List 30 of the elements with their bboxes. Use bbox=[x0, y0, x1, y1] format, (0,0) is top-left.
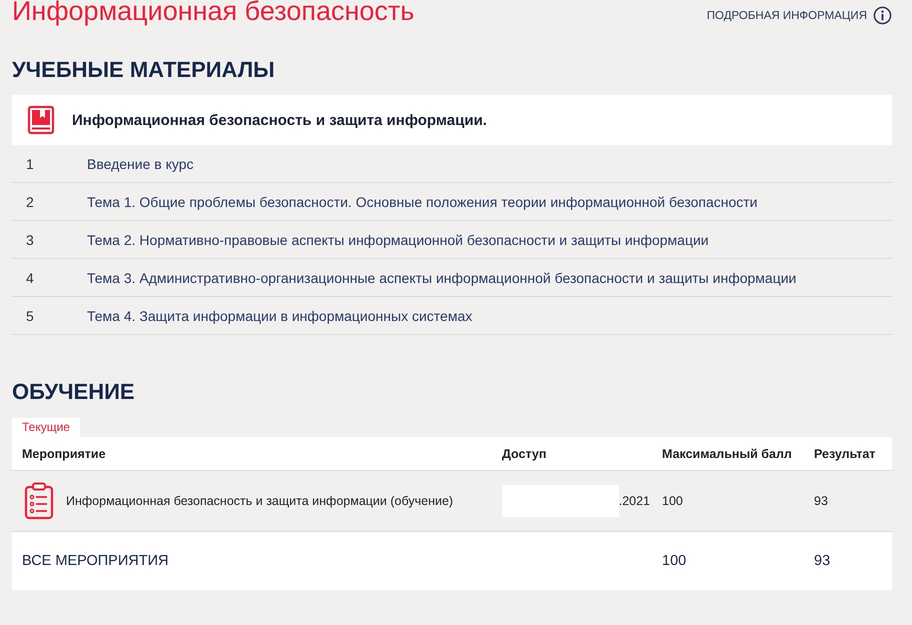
topic-link[interactable]: Тема 1. Общие проблемы безопасности. Основные положения теории информационной безопасности bbox=[87, 194, 758, 210]
clipboard-list-icon bbox=[24, 482, 54, 520]
book-icon bbox=[26, 105, 56, 135]
table-cell: .2021 bbox=[618, 494, 650, 508]
course-title: Информационная безопасность и защита информации. bbox=[72, 112, 487, 128]
info-link[interactable]: ПОДРОБНАЯ ИНФОРМАЦИЯ bbox=[706, 6, 892, 25]
info-icon bbox=[873, 6, 892, 25]
topic-number: 3 bbox=[25, 232, 35, 248]
table-cell-text: 93 bbox=[814, 494, 829, 508]
section-heading: ОБУЧЕНИЕ bbox=[12, 379, 136, 405]
column-header: Мероприятие bbox=[21, 446, 107, 460]
table-cell-text: 100 bbox=[662, 494, 684, 508]
tab[interactable]: Текущие bbox=[12, 418, 80, 437]
total-cell-text: 93 bbox=[814, 553, 832, 569]
total-label: ВСЕ МЕРОПРИЯТИЯ bbox=[21, 553, 170, 569]
column-header: Результат bbox=[814, 446, 876, 460]
total-cell-text: 100 bbox=[662, 553, 688, 569]
topic-link[interactable]: Тема 4. Защита информации в информационных системах bbox=[87, 308, 472, 324]
topic-link[interactable]: Тема 2. Нормативно-правовые аспекты информационной безопасности и защиты информации bbox=[87, 232, 709, 248]
column-header: Доступ bbox=[502, 446, 548, 460]
topic-link[interactable]: Тема 3. Административно-организационные аспекты информационной безопасности и защиты информации bbox=[87, 270, 796, 286]
section-heading: УЧЕБНЫЕ МАТЕРИАЛЫ bbox=[12, 57, 276, 83]
topic-number: 1 bbox=[25, 156, 35, 172]
event-link[interactable]: Информационная безопасность и защита информации (обучение) bbox=[66, 494, 454, 508]
topic-link[interactable]: Введение в курс bbox=[87, 156, 194, 172]
topic-number: 5 bbox=[25, 308, 35, 324]
column-header: Максимальный балл bbox=[662, 446, 793, 460]
page-title: Информационная безопасность bbox=[12, 0, 414, 27]
topic-number: 4 bbox=[25, 270, 35, 286]
topic-number: 2 bbox=[25, 194, 35, 210]
